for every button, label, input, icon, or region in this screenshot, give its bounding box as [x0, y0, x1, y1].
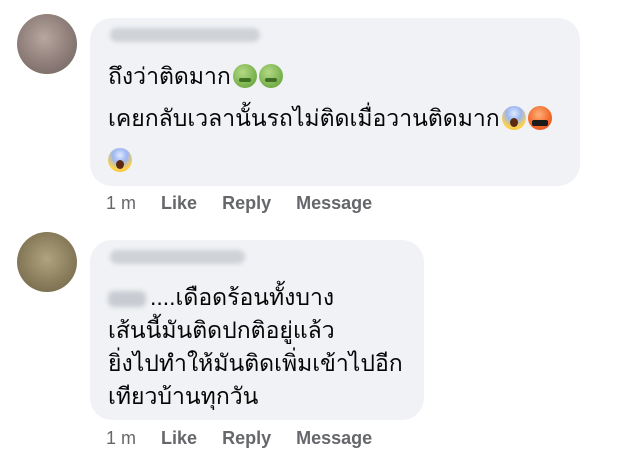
comment-text: ถึงว่าติดมาก [108, 63, 231, 89]
comment-bubble: ถึงว่าติดมาก เคยกลับเวลานั้นรถไม่ติดเมื่… [90, 18, 580, 186]
timestamp[interactable]: 1 m [106, 428, 136, 448]
redacted-tag[interactable] [108, 290, 146, 307]
comment-text-line: ถึงว่าติดมาก [108, 62, 283, 90]
comment-text-line: ....เดือดร้อนทั้งบาง [108, 283, 334, 311]
comment-actions: 1 m Like Reply Message [106, 428, 392, 449]
message-button[interactable]: Message [296, 428, 372, 448]
comment-text: ....เดือดร้อนทั้งบาง [150, 284, 335, 310]
comment-actions: 1 m Like Reply Message [106, 193, 392, 214]
message-button[interactable]: Message [296, 193, 372, 213]
reply-button[interactable]: Reply [222, 428, 271, 448]
comment-text: เส้นนี้มันติดปกติอยู่แล้ว [108, 317, 335, 343]
comment-text-line: เส้นนี้มันติดปกติอยู่แล้ว [108, 316, 335, 344]
face-screaming-in-fear-icon [108, 148, 132, 172]
reply-button[interactable]: Reply [222, 193, 271, 213]
nauseated-face-icon [232, 64, 257, 88]
like-button[interactable]: Like [161, 193, 197, 213]
comment-bubble: ....เดือดร้อนทั้งบาง เส้นนี้มันติดปกติอย… [90, 240, 424, 420]
nauseated-face-icon [258, 64, 283, 88]
avatar[interactable] [17, 232, 77, 292]
like-button[interactable]: Like [161, 428, 197, 448]
face-with-symbols-on-mouth-icon [527, 106, 552, 130]
timestamp[interactable]: 1 m [106, 193, 136, 213]
comment-text-line: เทียวบ้านทุกวัน [108, 382, 258, 410]
face-screaming-in-fear-icon [501, 106, 526, 130]
comment-text-line: ยิ่งไปทำให้มันติดเพิ่มเข้าไปอีก [108, 349, 403, 377]
comment-text: เทียวบ้านทุกวัน [108, 383, 259, 409]
commenter-name-redacted[interactable] [110, 28, 260, 42]
comment-text: เคยกลับเวลานั้นรถไม่ติดเมื่อวานติดมาก [108, 105, 500, 131]
avatar[interactable] [17, 14, 77, 74]
comment-text: ยิ่งไปทำให้มันติดเพิ่มเข้าไปอีก [108, 350, 403, 376]
commenter-name-redacted[interactable] [110, 250, 245, 264]
comment-text-line [108, 146, 132, 174]
comment-text-line: เคยกลับเวลานั้นรถไม่ติดเมื่อวานติดมาก [108, 104, 552, 132]
